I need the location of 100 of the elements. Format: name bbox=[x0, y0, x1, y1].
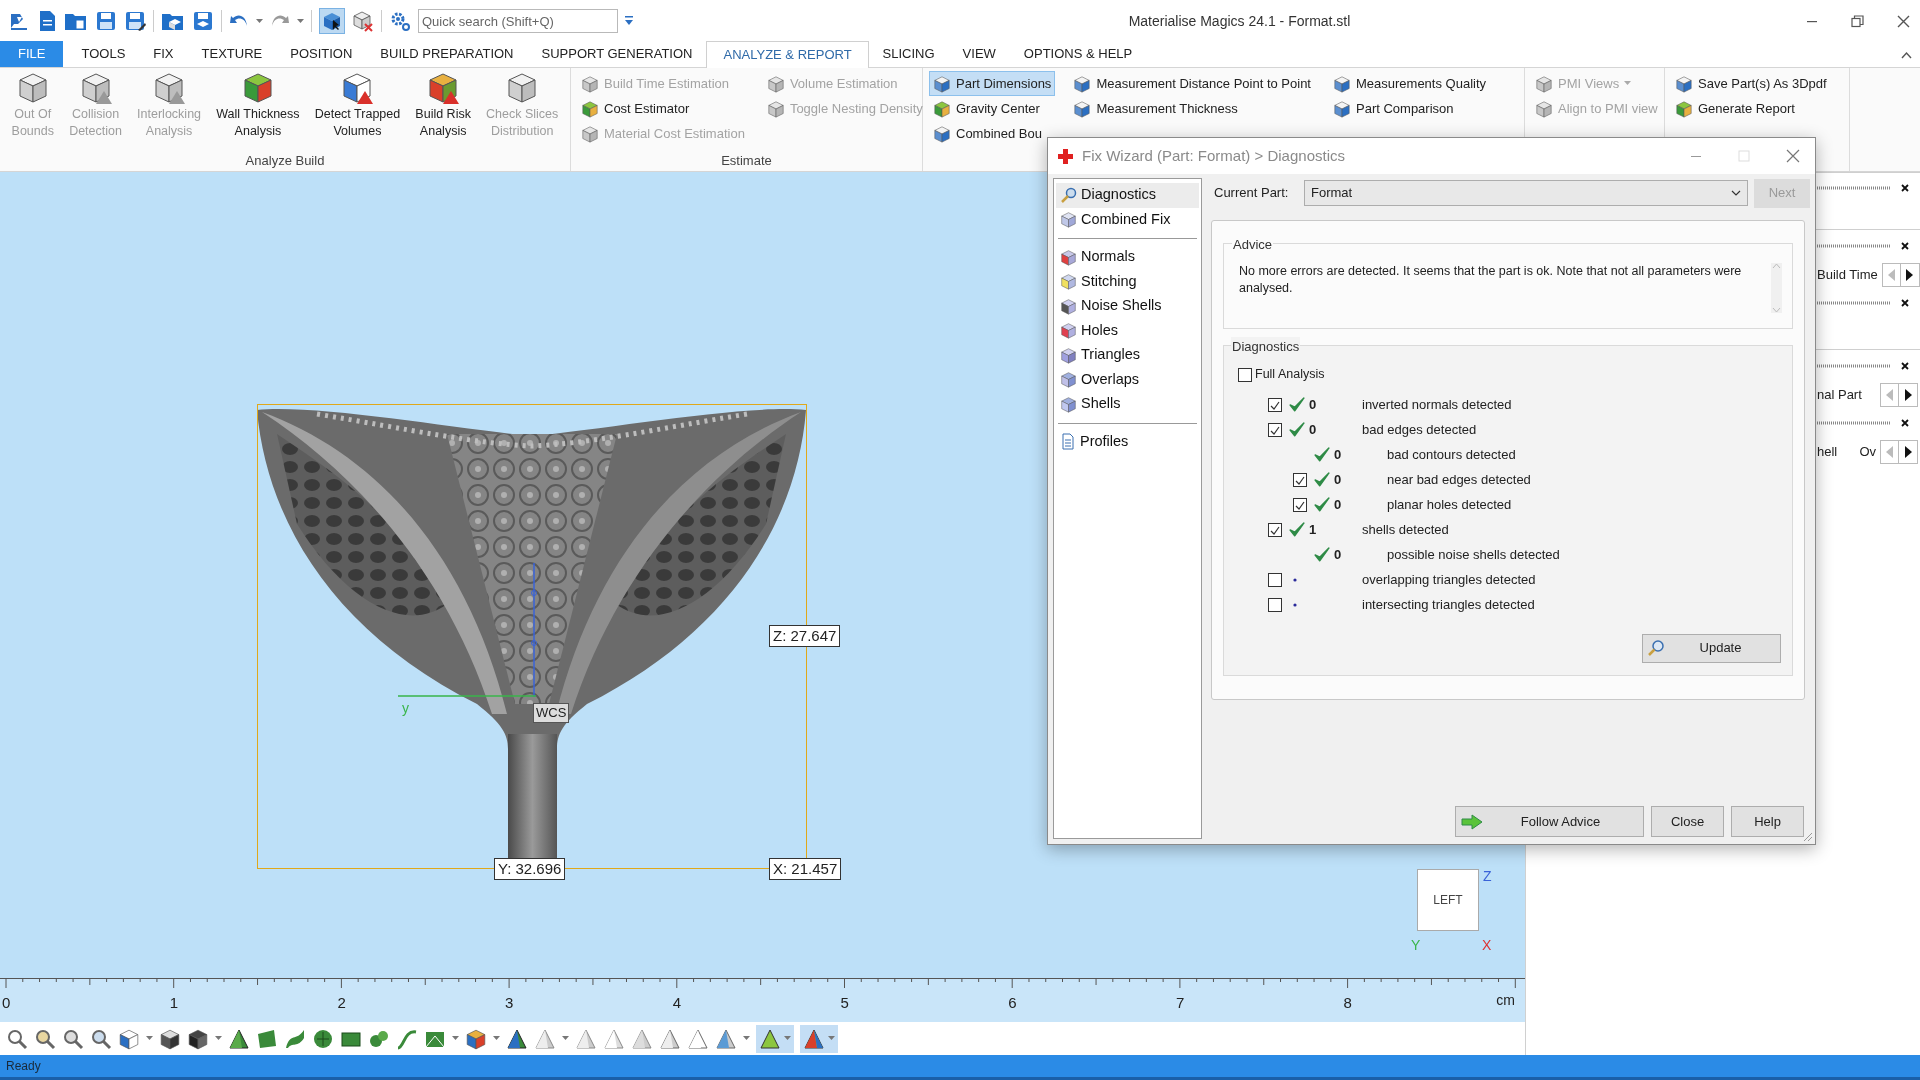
cube-icon[interactable] bbox=[159, 1027, 181, 1050]
caret-icon[interactable] bbox=[493, 1036, 500, 1041]
cube-icon bbox=[581, 99, 599, 118]
checkbox[interactable] bbox=[1293, 498, 1307, 512]
save-as-icon[interactable] bbox=[124, 10, 146, 32]
ribbon-button[interactable]: Detect Trapped Volumes bbox=[312, 72, 403, 151]
scrollbar[interactable] bbox=[1771, 262, 1782, 313]
grip-icon[interactable] bbox=[1817, 421, 1891, 425]
ribbon-button[interactable]: Part Comparison bbox=[1329, 96, 1491, 121]
resize-grip-icon[interactable] bbox=[1803, 832, 1813, 842]
checkbox[interactable] bbox=[1268, 398, 1282, 412]
nav-item[interactable]: Overlaps bbox=[1056, 367, 1199, 392]
grip-icon[interactable] bbox=[1817, 364, 1891, 368]
view-cube[interactable]: LEFT bbox=[1417, 869, 1479, 931]
caret-icon[interactable] bbox=[215, 1036, 222, 1041]
ribbon-tab[interactable]: FIX bbox=[139, 41, 188, 67]
zoom-icon[interactable] bbox=[90, 1027, 112, 1050]
ribbon-button[interactable]: Measurements Quality bbox=[1329, 71, 1491, 96]
nav-item[interactable]: Shells bbox=[1056, 392, 1199, 417]
close-icon[interactable] bbox=[1901, 183, 1909, 192]
settings-icon[interactable] bbox=[389, 10, 411, 32]
caret-icon[interactable] bbox=[146, 1036, 153, 1041]
nav-item[interactable]: Holes bbox=[1056, 318, 1199, 343]
save-icon[interactable] bbox=[95, 10, 117, 32]
save-part-icon[interactable] bbox=[192, 10, 214, 32]
nav-item[interactable]: Diagnostics bbox=[1056, 183, 1199, 208]
quick-search-field[interactable]: Quick search (Shift+Q) bbox=[418, 9, 618, 33]
caret-icon[interactable] bbox=[743, 1036, 750, 1041]
triangle-color-button[interactable] bbox=[800, 1024, 838, 1053]
dialog-button[interactable]: Close bbox=[1651, 806, 1724, 837]
grip-icon[interactable] bbox=[1817, 185, 1891, 190]
dialog-button[interactable]: Help bbox=[1731, 806, 1804, 837]
ribbon-button[interactable]: Build Risk Analysis bbox=[413, 72, 473, 151]
triangle-icon[interactable] bbox=[228, 1027, 250, 1050]
caret-icon[interactable] bbox=[297, 18, 304, 24]
dialog-button[interactable]: Follow Advice bbox=[1455, 806, 1644, 837]
nav-item[interactable]: Combined Fix bbox=[1056, 207, 1199, 232]
checkbox[interactable] bbox=[1268, 573, 1282, 587]
ribbon-button[interactable]: Generate Report bbox=[1671, 96, 1831, 121]
triangle-icon[interactable] bbox=[715, 1027, 737, 1050]
zoom-icon[interactable] bbox=[34, 1027, 56, 1050]
caret-icon[interactable] bbox=[256, 18, 263, 24]
count-value: 0 bbox=[1334, 446, 1342, 465]
triangle-icon[interactable] bbox=[506, 1027, 528, 1050]
grip-icon[interactable] bbox=[1817, 244, 1891, 248]
zoom-icon[interactable] bbox=[6, 1027, 28, 1050]
ribbon-button[interactable]: Save Part(s) As 3Dpdf bbox=[1671, 71, 1831, 96]
close-icon[interactable] bbox=[1901, 242, 1909, 250]
ribbon-button[interactable]: Measurement Thickness bbox=[1069, 96, 1315, 121]
ribbon-tab[interactable]: TOOLS bbox=[67, 41, 140, 67]
caret-icon[interactable] bbox=[452, 1036, 459, 1041]
nav-item[interactable]: Noise Shells bbox=[1056, 294, 1199, 319]
ribbon-button[interactable]: Cost Estimator bbox=[577, 96, 749, 121]
stepper-control[interactable] bbox=[1881, 262, 1920, 287]
plane-icon[interactable] bbox=[256, 1027, 278, 1050]
checkbox[interactable] bbox=[1268, 423, 1282, 437]
new-document-icon[interactable] bbox=[37, 10, 57, 32]
ribbon-tab[interactable]: TEXTURE bbox=[187, 41, 277, 67]
ribbon-button[interactable]: Measurement Distance Point to Point bbox=[1069, 71, 1315, 96]
zoom-icon[interactable] bbox=[62, 1027, 84, 1050]
grip-icon[interactable] bbox=[1817, 301, 1891, 305]
ribbon-tab[interactable]: ANALYZE & REPORT bbox=[706, 41, 869, 68]
checkbox[interactable] bbox=[1268, 598, 1282, 612]
stepper-control[interactable] bbox=[1880, 382, 1918, 407]
checkbox[interactable] bbox=[1293, 473, 1307, 487]
ribbon-button[interactable]: Wall Thickness Analysis bbox=[214, 72, 302, 151]
ribbon-tab[interactable]: SUPPORT GENERATION bbox=[527, 41, 707, 67]
checkbox[interactable] bbox=[1268, 523, 1282, 537]
checkbox[interactable] bbox=[1238, 367, 1252, 382]
close-icon[interactable] bbox=[1901, 362, 1909, 370]
ribbon-tab[interactable]: SLICING bbox=[868, 41, 949, 67]
stepper-control[interactable] bbox=[1880, 439, 1918, 464]
cube-cross-icon[interactable] bbox=[352, 10, 374, 32]
ribbon-button[interactable]: Combined Bou bbox=[929, 121, 1056, 146]
close-icon[interactable] bbox=[1901, 419, 1909, 427]
nav-item[interactable]: Triangles bbox=[1056, 343, 1199, 368]
nav-item[interactable]: Normals bbox=[1056, 245, 1199, 270]
update-button[interactable]: Update bbox=[1642, 633, 1781, 663]
triangle-icon[interactable] bbox=[659, 1027, 681, 1050]
file-menu-button[interactable]: FILE bbox=[0, 41, 64, 67]
ribbon-tab[interactable]: BUILD PREPARATION bbox=[366, 41, 528, 67]
restore-icon[interactable] bbox=[1851, 14, 1864, 28]
curve-icon[interactable] bbox=[396, 1027, 418, 1050]
customize-caret-icon[interactable] bbox=[625, 16, 633, 26]
ribbon-tab[interactable]: OPTIONS & HELP bbox=[1009, 41, 1147, 67]
select-part-button[interactable] bbox=[319, 8, 345, 34]
cube-icon[interactable] bbox=[465, 1027, 487, 1050]
caret-icon[interactable] bbox=[562, 1036, 569, 1041]
cube-icon[interactable] bbox=[187, 1027, 209, 1050]
ribbon-tab[interactable]: POSITION bbox=[276, 41, 367, 67]
ribbon-button[interactable]: Gravity Center bbox=[929, 96, 1056, 121]
ribbon-tab[interactable]: VIEW bbox=[948, 41, 1010, 67]
collapse-ribbon-icon[interactable] bbox=[1901, 50, 1912, 59]
ribbon-button[interactable]: Part Dimensions bbox=[929, 71, 1056, 96]
triangle-mode-button[interactable] bbox=[756, 1024, 794, 1053]
nav-item[interactable]: Stitching bbox=[1056, 269, 1199, 294]
part-dropdown[interactable]: Format bbox=[1304, 180, 1748, 206]
nav-item[interactable]: Profiles bbox=[1056, 429, 1199, 454]
close-icon[interactable] bbox=[1897, 14, 1910, 28]
close-icon[interactable] bbox=[1901, 299, 1909, 307]
